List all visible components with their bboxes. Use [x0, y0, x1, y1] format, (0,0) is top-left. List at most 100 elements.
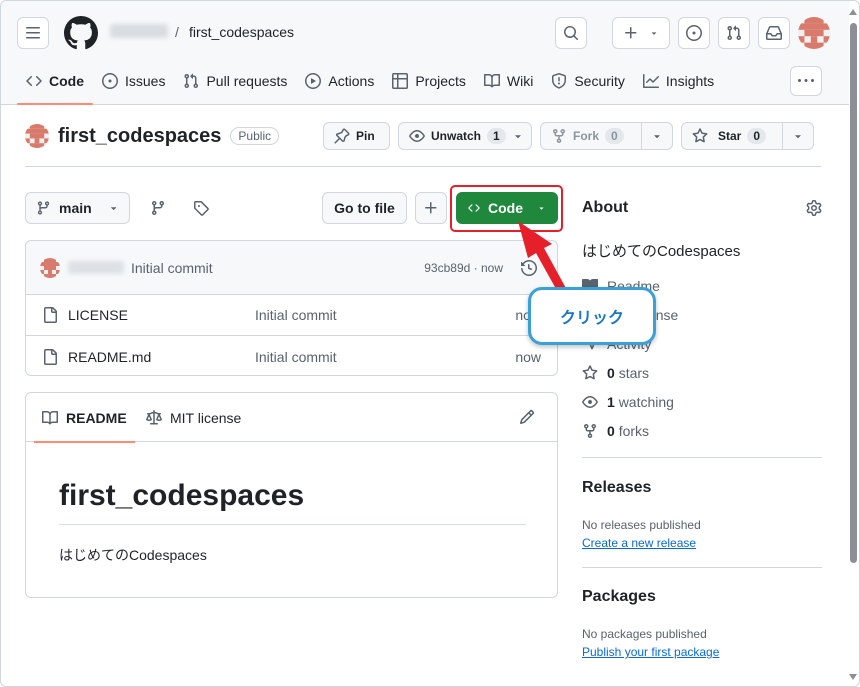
create-new-button[interactable] [612, 17, 670, 49]
breadcrumb-repo[interactable]: first_codespaces [189, 24, 294, 40]
license-tab-label: MIT license [170, 409, 242, 426]
commit-message[interactable]: Initial commit [131, 260, 213, 276]
code-icon [26, 75, 42, 87]
tab-license[interactable]: MIT license [146, 393, 241, 442]
file-commit-time: now [515, 348, 541, 365]
pull-request-icon [184, 73, 199, 89]
scroll-up-arrow[interactable] [849, 9, 857, 15]
inbox-button[interactable] [758, 17, 790, 49]
repo-nav-tabs: Code Issues Pull requests Actions Projec… [17, 64, 723, 105]
tab-label: Wiki [506, 73, 534, 89]
issues-button[interactable] [678, 17, 710, 49]
tab-label: Issues [125, 73, 166, 89]
readme-body: はじめてのCodespaces [59, 547, 207, 563]
commit-separator: · [473, 260, 478, 275]
kebab-horizontal-icon [798, 79, 814, 82]
pin-button[interactable]: Pin [323, 122, 390, 150]
github-logo-icon[interactable] [64, 16, 98, 50]
watch-count: 1 [487, 128, 506, 144]
forks-label: forks [618, 423, 650, 439]
branch-name: main [59, 200, 92, 216]
star-icon [582, 365, 598, 380]
tab-label: Security [574, 73, 625, 89]
table-row[interactable]: LICENSE Initial commit now [26, 295, 557, 336]
go-to-file-button[interactable]: Go to file [322, 192, 407, 224]
tab-label: Actions [328, 73, 375, 89]
repo-name[interactable]: first_codespaces [58, 125, 221, 148]
pin-icon [334, 128, 350, 144]
releases-title[interactable]: Releases [582, 479, 651, 497]
readme-tabs: README MIT license [26, 393, 557, 443]
code-button-label: Code [488, 200, 523, 216]
file-name[interactable]: LICENSE [68, 307, 128, 323]
tag-icon[interactable] [193, 200, 209, 216]
pull-request-icon [727, 25, 742, 41]
readme-heading: first_codespaces [59, 479, 305, 512]
table-row[interactable]: README.md Initial commit now [26, 336, 557, 375]
star-label: Star [718, 129, 742, 143]
tab-security[interactable]: Security [542, 64, 634, 98]
branch-selector[interactable]: main [25, 192, 130, 224]
gear-icon[interactable] [806, 200, 822, 216]
unwatch-button[interactable]: Unwatch 1 [398, 122, 532, 150]
pencil-icon[interactable] [519, 409, 535, 425]
tab-pull-requests[interactable]: Pull requests [174, 64, 296, 98]
pull-requests-button[interactable] [718, 17, 750, 49]
sidebar-divider [582, 567, 822, 568]
forks-count: 0 [607, 423, 615, 439]
commit-hash: 93cb89d [424, 260, 471, 275]
fork-dropdown[interactable] [640, 123, 672, 149]
click-callout: クリック [528, 287, 656, 345]
scroll-down-arrow[interactable] [849, 674, 857, 680]
repo-forked-icon [584, 424, 596, 439]
releases-empty: No releases published [582, 518, 701, 532]
owner-name-blurred[interactable] [110, 24, 168, 38]
tab-label: Pull requests [206, 73, 288, 89]
visibility-badge: Public [230, 127, 280, 145]
table-icon [392, 73, 409, 89]
plus-icon [625, 27, 637, 39]
packages-title[interactable]: Packages [582, 588, 656, 606]
search-button[interactable] [555, 17, 587, 49]
eye-icon [409, 130, 425, 142]
committer-name-blurred[interactable] [68, 261, 124, 274]
triangle-down-icon [514, 135, 521, 139]
add-file-button[interactable] [415, 192, 447, 224]
star-button[interactable]: Star 0 [681, 122, 814, 150]
tab-issues[interactable]: Issues [93, 64, 174, 98]
tab-code[interactable]: Code [17, 64, 93, 105]
tab-projects[interactable]: Projects [383, 64, 475, 98]
plus-icon [425, 202, 437, 214]
star-dropdown[interactable] [781, 123, 813, 149]
repo-owner-avatar[interactable] [25, 124, 49, 148]
triangle-down-icon [110, 207, 116, 211]
tab-readme[interactable]: README [34, 393, 135, 443]
menu-button[interactable] [17, 17, 49, 49]
tab-insights[interactable]: Insights [634, 64, 723, 98]
fork-button[interactable]: Fork 0 [540, 122, 673, 150]
about-watching[interactable]: 1 watching [582, 394, 674, 410]
identicon-icon [25, 124, 49, 148]
committer-avatar[interactable] [40, 257, 60, 278]
tab-actions[interactable]: Actions [296, 64, 383, 98]
tab-wiki[interactable]: Wiki [475, 64, 542, 98]
eye-icon [582, 396, 598, 408]
about-stars[interactable]: 0 stars [582, 365, 649, 381]
commit-meta[interactable]: 93cb89d · now [424, 261, 503, 275]
book-icon [483, 73, 500, 88]
global-header: / first_codespaces Code Issues Pull requ… [1, 1, 849, 105]
stars-count: 0 [607, 365, 615, 381]
page-scrollbar[interactable] [850, 23, 857, 563]
create-release-link[interactable]: Create a new release [582, 536, 696, 550]
about-forks[interactable]: 0 forks [582, 423, 649, 439]
file-name[interactable]: README.md [68, 349, 151, 365]
file-commit-message[interactable]: Initial commit [255, 307, 337, 323]
readme-tab-label: README [66, 409, 127, 426]
triangle-down-icon [795, 135, 801, 139]
publish-package-link[interactable]: Publish your first package [582, 645, 719, 659]
branches-icon[interactable] [150, 200, 166, 216]
user-avatar[interactable] [798, 17, 830, 49]
more-tabs-button[interactable] [790, 66, 822, 96]
file-commit-message[interactable]: Initial commit [255, 349, 337, 365]
identicon-icon [798, 17, 830, 49]
